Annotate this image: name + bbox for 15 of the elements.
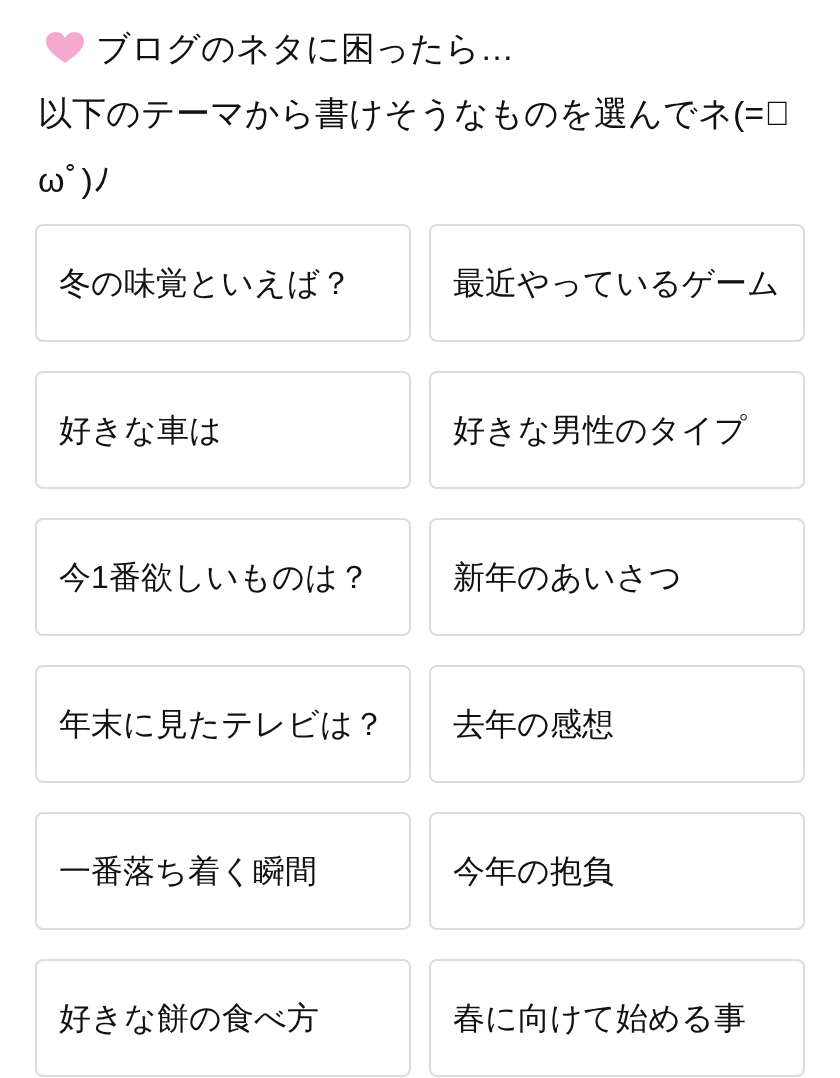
theme-button[interactable]: 年末に見たテレビは？ bbox=[35, 665, 411, 783]
theme-button[interactable]: 去年の感想 bbox=[429, 665, 805, 783]
theme-button[interactable]: 一番落ち着く瞬間 bbox=[35, 812, 411, 930]
theme-button[interactable]: 春に向けて始める事 bbox=[429, 959, 805, 1077]
instruction-text: 以下のテーマから書けそうなものを選んでネ(=ﾟωﾟ)ﾉ bbox=[38, 93, 791, 201]
theme-button[interactable]: 最近やっているゲーム bbox=[429, 224, 805, 342]
theme-button[interactable]: 新年のあいさつ bbox=[429, 518, 805, 636]
theme-button[interactable]: 好きな車は bbox=[35, 371, 411, 489]
theme-button[interactable]: 好きな男性のタイプ bbox=[429, 371, 805, 489]
heading-text: ブログのネタに困ったら… bbox=[96, 28, 514, 69]
theme-button[interactable]: 冬の味覚といえば？ bbox=[35, 224, 411, 342]
heart-icon bbox=[44, 31, 86, 65]
theme-button[interactable]: 今年の抱負 bbox=[429, 812, 805, 930]
theme-button[interactable]: 今1番欲しいものは？ bbox=[35, 518, 411, 636]
theme-button[interactable]: 好きな餅の食べ方 bbox=[35, 959, 411, 1077]
